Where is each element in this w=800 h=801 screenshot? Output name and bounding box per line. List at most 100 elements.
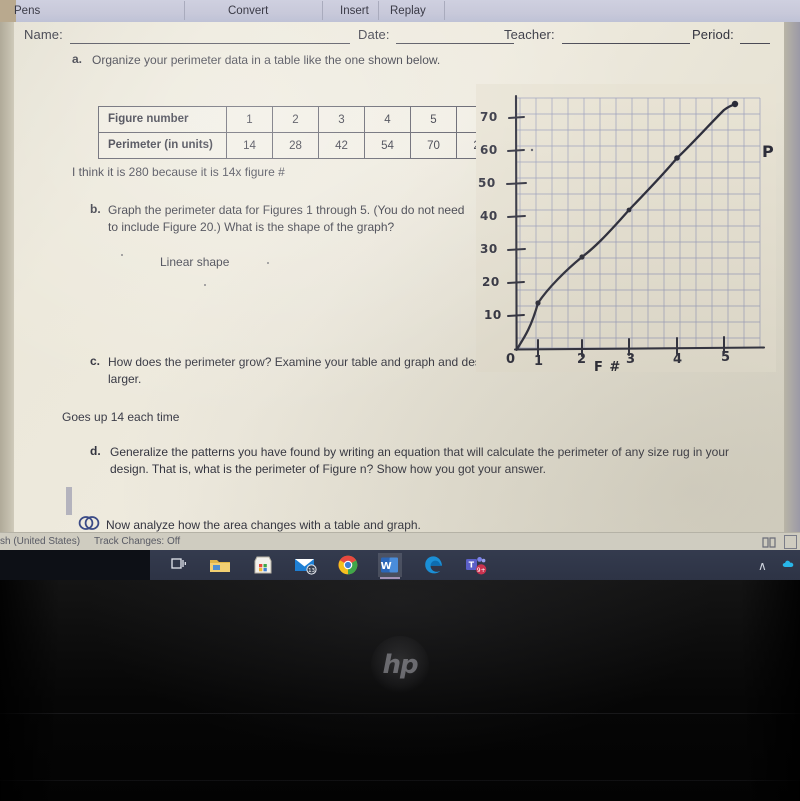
hp-logo-text: hp — [382, 650, 418, 680]
x-tick-label-4: 4 — [673, 352, 683, 367]
header-period-label: Period: — [692, 27, 734, 42]
perimeter-data-table[interactable]: Figure number 1 2 3 4 5 20 Perimeter (in… — [98, 106, 510, 159]
ribbon-tab-convert[interactable]: Convert — [228, 3, 268, 20]
bezel-left-shadow — [0, 580, 60, 801]
page-view-icon[interactable] — [784, 535, 797, 549]
item-a-text: Organize your perimeter data in a table … — [92, 53, 441, 67]
item-b-text: Graph the perimeter data for Figures 1 t… — [108, 203, 465, 234]
ribbon-divider — [184, 1, 185, 20]
hp-logo: hp — [371, 636, 429, 694]
ribbon-divider — [378, 1, 379, 20]
laptop-bezel: hp — [0, 580, 800, 801]
bezel-seam — [0, 780, 800, 781]
table-cell: 1 — [226, 106, 273, 133]
task-view-icon[interactable] — [166, 553, 190, 577]
windows-taskbar[interactable]: 13 W T 9+ ∧ — [0, 550, 800, 580]
handwritten-note-a: I think it is 280 because it is 14x figu… — [72, 165, 285, 179]
table-cell: 42 — [318, 132, 365, 159]
ink-dot — [121, 254, 123, 256]
svg-text:W: W — [381, 561, 392, 572]
table-cell: 28 — [272, 132, 319, 159]
table-cell: 54 — [364, 132, 411, 159]
handwritten-answer-b: Linear shape — [160, 255, 230, 269]
table-cell: 4 — [364, 106, 411, 133]
header-date-label: Date: — [358, 27, 390, 42]
table-row[interactable]: Perimeter (in units) 14 28 42 54 70 280 — [98, 132, 510, 159]
header-name-label: Name: — [24, 27, 63, 42]
status-language[interactable]: sh (United States) — [0, 536, 80, 547]
item-a-letter: a. — [72, 52, 83, 66]
ink-dot — [204, 284, 206, 286]
table-cell: 14 — [226, 132, 273, 159]
ribbon-tab-pens[interactable]: Pens — [14, 3, 40, 20]
graph-data-line — [515, 102, 738, 351]
word-icon[interactable]: W — [378, 553, 402, 577]
x-tick-label-0: 0 — [506, 352, 516, 367]
hand-drawn-perimeter-graph: 70 60 50 40 30 20 10 0 1 2 3 4 5 F # — [476, 84, 776, 375]
y-tick-label-10: 10 — [484, 308, 502, 322]
edge-icon[interactable] — [422, 553, 446, 577]
table-cell: 70 — [410, 132, 457, 159]
header-teacher-blank[interactable] — [562, 43, 690, 44]
status-track-changes[interactable]: Track Changes: Off — [94, 536, 180, 547]
word-document-page[interactable]: Name: Date: Teacher: Period: a. Organize… — [14, 22, 784, 532]
table-cell: 2 — [272, 106, 319, 133]
table-row[interactable]: Figure number 1 2 3 4 5 20 — [98, 106, 510, 133]
teams-badge-count: 9+ — [477, 567, 486, 574]
x-tick-label-5: 5 — [721, 350, 731, 365]
header-date-blank[interactable] — [396, 43, 514, 44]
x-tick-label-2: 2 — [577, 352, 587, 367]
chrome-icon[interactable] — [336, 553, 360, 577]
onedrive-icon[interactable] — [782, 559, 795, 568]
word-status-bar: sh (United States) Track Changes: Off — [0, 532, 800, 551]
y-tick-label-40: 40 — [480, 209, 498, 223]
laptop-screen: Pens Convert Insert Replay Name: Date: T… — [0, 0, 800, 580]
teams-icon[interactable]: T 9+ — [464, 553, 488, 577]
table-row-header: Perimeter (in units) — [98, 132, 227, 159]
item-d-text: Generalize the patterns you have found b… — [110, 445, 730, 476]
ribbon-divider — [444, 1, 445, 20]
pen-stroke-mark — [66, 487, 72, 515]
x-axis-title: F # — [594, 360, 622, 375]
y-tick-label-50: 50 — [478, 176, 496, 190]
graph-svg — [506, 94, 766, 357]
ribbon-tab-insert[interactable]: Insert — [340, 3, 369, 20]
mail-icon[interactable]: 13 — [294, 553, 318, 577]
file-explorer-icon[interactable] — [208, 553, 232, 577]
y-axis-title: P — [762, 142, 774, 161]
mail-badge-count: 13 — [308, 568, 315, 574]
ink-speck — [530, 148, 534, 152]
bezel-right-shadow — [740, 580, 800, 801]
svg-text:T: T — [469, 561, 475, 570]
bezel-seam — [0, 713, 800, 714]
x-tick-label-1: 1 — [534, 354, 544, 369]
word-active-indicator — [380, 577, 400, 579]
word-ribbon-tabs: Pens Convert Insert Replay — [0, 0, 800, 22]
reading-view-icon[interactable] — [762, 537, 776, 548]
y-tick-label-70: 70 — [480, 110, 498, 124]
show-hidden-icons-chevron-icon[interactable]: ∧ — [758, 559, 767, 573]
table-cell: 3 — [318, 106, 365, 133]
ribbon-tab-replay[interactable]: Replay — [390, 3, 426, 20]
x-tick-label-3: 3 — [626, 352, 636, 367]
item-c-letter: c. — [90, 354, 101, 368]
double-circle-icon — [78, 516, 100, 530]
header-name-blank[interactable] — [70, 43, 350, 44]
ribbon-divider — [322, 1, 323, 20]
ink-dot — [267, 262, 269, 264]
taskbar-left-region — [0, 550, 150, 580]
graph-gridlines — [516, 97, 761, 349]
page-right-margin-shadow — [784, 22, 800, 532]
graph-y-axis — [514, 94, 518, 352]
handwritten-answer-c: Goes up 14 each time — [62, 410, 180, 424]
item-b-letter: b. — [90, 202, 101, 216]
header-teacher-label: Teacher: — [504, 27, 555, 42]
microsoft-store-icon[interactable] — [251, 553, 275, 577]
header-period-blank[interactable] — [740, 43, 770, 44]
y-tick-label-20: 20 — [482, 275, 500, 289]
y-tick-label-30: 30 — [480, 242, 498, 256]
table-cell: 5 — [410, 106, 457, 133]
item-d-letter: d. — [90, 444, 101, 458]
table-row-header: Figure number — [98, 106, 227, 133]
y-tick-label-60: 60 — [480, 143, 498, 157]
